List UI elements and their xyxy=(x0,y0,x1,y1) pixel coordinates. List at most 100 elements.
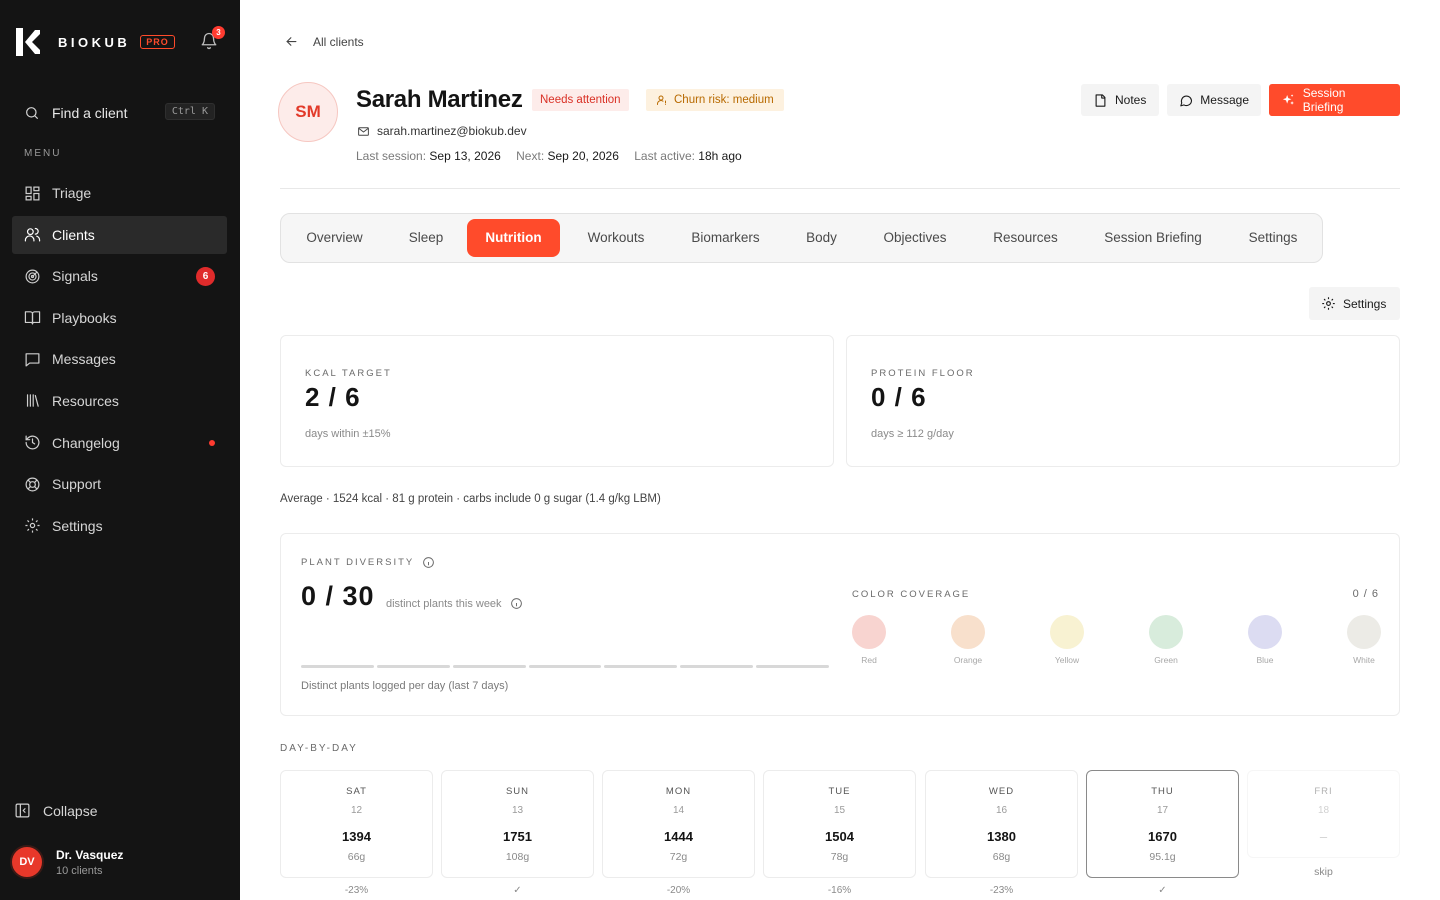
sidebar-item-resources[interactable]: Resources xyxy=(12,382,227,420)
day-delta: ✓ xyxy=(1158,885,1167,896)
day-date: 12 xyxy=(350,805,363,816)
day-of-week: FRI xyxy=(1314,786,1333,797)
sidebar-item-support[interactable]: Support xyxy=(12,465,227,503)
mail-icon xyxy=(358,126,369,136)
back-to-clients-link[interactable]: All clients xyxy=(284,34,364,49)
collapse-sidebar-button[interactable]: Collapse xyxy=(14,802,97,819)
color-dot xyxy=(1248,615,1282,649)
day-of-week: SUN xyxy=(505,786,530,797)
sidebar-item-clients[interactable]: Clients xyxy=(12,215,227,254)
status-badge-churn-risk: Churn risk: medium xyxy=(646,89,784,111)
notification-count-badge: 3 xyxy=(212,26,225,39)
tab-sleep[interactable]: Sleep xyxy=(385,219,467,257)
page-title: Sarah Martinez xyxy=(356,86,523,113)
message-square-icon xyxy=(25,353,40,367)
last-active-value: 18h ago xyxy=(698,149,742,163)
color-swatch-orange: Orange xyxy=(951,615,985,665)
sidebar-item-signals[interactable]: Signals 6 xyxy=(12,257,227,295)
protein-floor-value: 0 / 6 xyxy=(871,382,927,412)
daily-plant-bar xyxy=(301,665,374,668)
header-divider xyxy=(280,188,1400,189)
grid-icon xyxy=(25,186,40,200)
day-delta: -23% xyxy=(989,885,1014,896)
tab-nutrition[interactable]: Nutrition xyxy=(467,219,560,257)
plant-diversity-description: distinct plants this week xyxy=(386,597,523,610)
user-warning-icon xyxy=(657,95,667,105)
last-session-label: Last session: xyxy=(356,149,427,163)
protein-floor-subtext: days ≥ 112 g/day xyxy=(871,428,954,440)
sidebar-item-triage[interactable]: Triage xyxy=(12,174,227,212)
info-icon[interactable] xyxy=(422,556,435,569)
color-dot xyxy=(852,615,886,649)
tab-overview[interactable]: Overview xyxy=(284,219,385,257)
tab-body[interactable]: Body xyxy=(784,219,859,257)
color-dot xyxy=(1149,615,1183,649)
info-icon[interactable] xyxy=(510,597,523,610)
color-dot xyxy=(1347,615,1381,649)
plant-diversity-footer: Distinct plants logged per day (last 7 d… xyxy=(301,680,509,692)
day-protein: 68g xyxy=(992,851,1011,863)
day-card-fri[interactable]: FRI 18 – xyxy=(1247,770,1400,858)
day-card-thu[interactable]: THU 17 1670 95.1g xyxy=(1086,770,1239,878)
find-client-button[interactable]: Find a client Ctrl K xyxy=(12,98,227,128)
sparkles-icon xyxy=(1282,93,1294,105)
tab-resources[interactable]: Resources xyxy=(971,219,1080,257)
sidebar-item-playbooks[interactable]: Playbooks xyxy=(12,299,227,337)
day-card-mon[interactable]: MON 14 1444 72g xyxy=(602,770,755,878)
collapse-label: Collapse xyxy=(43,802,98,819)
color-name: Yellow xyxy=(1054,655,1080,665)
message-button[interactable]: Message xyxy=(1167,84,1261,116)
sidebar-item-settings[interactable]: Settings xyxy=(12,507,227,545)
find-client-label: Find a client xyxy=(52,105,128,121)
color-dot xyxy=(951,615,985,649)
tab-workouts[interactable]: Workouts xyxy=(565,219,667,257)
last-active-label: Last active: xyxy=(634,149,695,163)
plant-diversity-card: PLANT DIVERSITY 0 / 30 distinct plants t… xyxy=(280,533,1400,716)
tab-settings[interactable]: Settings xyxy=(1226,219,1320,257)
tab-objectives[interactable]: Objectives xyxy=(859,219,971,257)
sidebar-nav: Triage Clients Signals 6 Playbooks Messa… xyxy=(12,174,227,548)
day-date: 13 xyxy=(511,805,524,816)
color-name: Orange xyxy=(953,655,983,665)
session-briefing-button[interactable]: Session Briefing xyxy=(1269,84,1400,116)
sidebar-item-label: Playbooks xyxy=(52,309,117,326)
library-icon xyxy=(26,394,39,408)
day-card-sun[interactable]: SUN 13 1751 108g xyxy=(441,770,594,878)
sidebar-item-label: Messages xyxy=(52,351,116,368)
day-card-wed[interactable]: WED 16 1380 68g xyxy=(925,770,1078,878)
color-coverage-count: 0 / 6 xyxy=(1352,588,1379,600)
daily-plant-bar xyxy=(376,665,450,668)
nutrition-settings-button[interactable]: Settings xyxy=(1309,287,1400,320)
day-by-day-caption: DAY-BY-DAY xyxy=(280,743,358,754)
day-date: 16 xyxy=(995,805,1008,816)
sidebar-item-label: Signals xyxy=(52,268,98,285)
avatar: DV xyxy=(10,845,44,879)
changelog-unread-dot xyxy=(209,439,215,446)
tab-session-briefing[interactable]: Session Briefing xyxy=(1080,219,1226,257)
session-briefing-label: Session Briefing xyxy=(1302,86,1346,114)
last-session-value: Sep 13, 2026 xyxy=(429,149,501,163)
day-kcal: 1504 xyxy=(825,829,854,844)
color-swatch-red: Red xyxy=(852,615,886,665)
sidebar-item-changelog[interactable]: Changelog xyxy=(12,424,227,462)
protein-floor-caption: PROTEIN FLOOR xyxy=(871,368,975,379)
current-user[interactable]: DV Dr. Vasquez 10 clients xyxy=(10,845,123,879)
daily-plant-bar xyxy=(528,665,602,668)
notes-button[interactable]: Notes xyxy=(1081,84,1159,116)
day-of-week: THU xyxy=(1151,786,1174,797)
color-name: Red xyxy=(861,655,877,665)
sidebar-item-messages[interactable]: Messages xyxy=(12,340,227,378)
color-coverage-caption: COLOR COVERAGE xyxy=(852,589,971,600)
gear-icon xyxy=(25,518,40,533)
daily-plant-bar xyxy=(756,665,830,668)
back-link-label: All clients xyxy=(313,34,364,49)
lifebuoy-icon xyxy=(25,477,40,492)
message-label: Message xyxy=(1200,93,1249,107)
brand[interactable]: BIOKUB PRO xyxy=(16,28,175,56)
day-card-sat[interactable]: SAT 12 1394 66g xyxy=(280,770,433,878)
day-kcal: 1751 xyxy=(503,829,532,844)
tab-biomarkers[interactable]: Biomarkers xyxy=(667,219,784,257)
day-card-tue[interactable]: TUE 15 1504 78g xyxy=(763,770,916,878)
plant-diversity-value: 0 / 30 xyxy=(301,581,375,611)
panel-collapse-icon xyxy=(15,803,30,818)
